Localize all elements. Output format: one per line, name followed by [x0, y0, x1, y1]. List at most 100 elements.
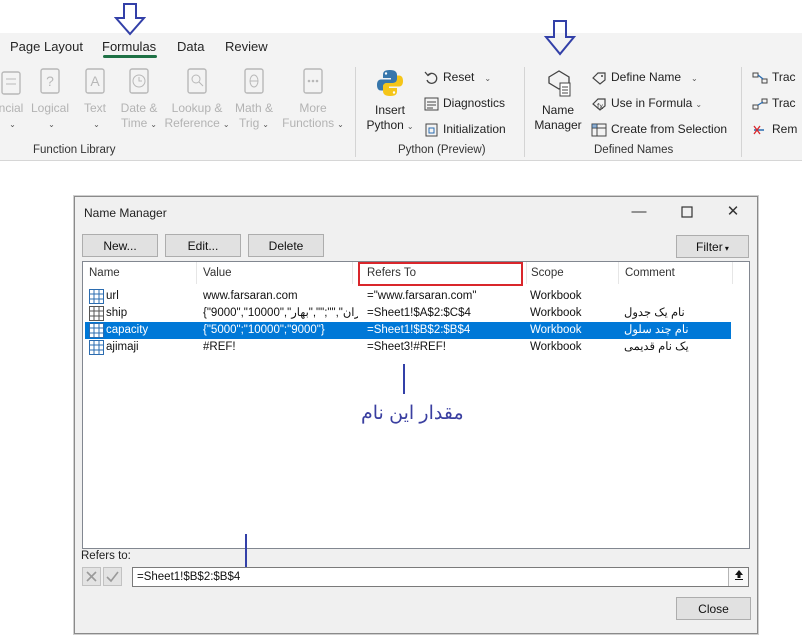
tab-formulas[interactable]: Formulas — [102, 39, 156, 54]
math-icon — [244, 68, 264, 94]
use-in-formula-label: Use in Formula — [611, 96, 693, 110]
date-time-label-1: Date & — [120, 101, 158, 115]
math-label-1: Math & — [234, 101, 273, 115]
insert-python-button[interactable]: Insert Python ⌄ — [362, 67, 418, 134]
row-refers-to: ="www.farsaran.com" — [367, 290, 477, 302]
clock-icon — [129, 68, 149, 94]
more-functions-icon — [303, 68, 323, 94]
name-table-icon — [89, 289, 104, 304]
financial-button[interactable]: ncial ⌄ — [0, 67, 26, 132]
remove-arrows-button[interactable]: Rem — [752, 119, 797, 139]
row-name: capacity — [106, 324, 149, 336]
annotation-arrow-formulas-icon — [114, 3, 146, 36]
lookup-icon — [187, 68, 207, 94]
active-tab-indicator — [103, 55, 157, 58]
date-time-label-2: Time — [121, 116, 148, 130]
initialization-button[interactable]: Initialization — [424, 119, 506, 139]
reset-label: Reset — [443, 70, 475, 84]
annotation-text: مقدار این نام — [361, 403, 464, 424]
table-row[interactable]: url www.farsaran.com ="www.farsaran.com"… — [85, 288, 731, 305]
edit-button[interactable]: Edit... — [165, 234, 241, 257]
tab-data[interactable]: Data — [177, 39, 204, 54]
logical-button[interactable]: ? Logical ⌄ — [30, 67, 70, 132]
name-table-icon — [89, 340, 104, 355]
trace-dependents-label: Trac — [772, 96, 796, 110]
close-window-icon[interactable]: ✕ — [721, 201, 745, 223]
group-separator — [355, 67, 356, 157]
table-row[interactable]: ajimaji #REF! =Sheet3!#REF! Workbook یک … — [85, 339, 731, 356]
group-separator — [524, 67, 525, 157]
trace-precedents-icon — [752, 72, 768, 84]
close-button[interactable]: Close — [676, 597, 751, 620]
math-trig-button[interactable]: Math & Trig ⌄ — [232, 67, 276, 132]
column-header-comment[interactable]: Comment — [619, 262, 733, 284]
name-manager-button[interactable]: Name Manager — [530, 67, 586, 133]
create-from-selection-button[interactable]: Create from Selection — [591, 119, 727, 139]
trace-precedents-label: Trac — [772, 70, 796, 84]
row-comment: یک نام قدیمی — [624, 341, 689, 353]
row-value: {"9000","10000","تران","";"","بهار... — [203, 307, 358, 319]
refers-to-input[interactable]: =Sheet1!$B$2:$B$4 — [132, 567, 749, 587]
reset-button[interactable]: Reset ⌄ — [424, 67, 491, 87]
tag-icon — [592, 72, 606, 85]
define-name-label: Define Name — [611, 70, 682, 84]
annotation-arrow-name-manager-icon — [543, 20, 577, 56]
trace-precedents-button[interactable]: Trac — [752, 67, 796, 87]
column-header-value[interactable]: Value — [197, 262, 353, 284]
reset-icon — [424, 71, 438, 84]
column-header-name[interactable]: Name — [83, 262, 197, 284]
row-name: url — [106, 290, 119, 302]
trace-dependents-button[interactable]: Trac — [752, 93, 796, 113]
row-scope: Workbook — [530, 290, 582, 302]
row-scope: Workbook — [530, 324, 582, 336]
use-in-formula-button[interactable]: fx Use in Formula ⌄ — [591, 93, 702, 113]
column-header-scope[interactable]: Scope — [525, 262, 619, 284]
table-row-selected[interactable]: capacity {"5000";"10000";"9000"} =Sheet1… — [85, 322, 731, 339]
lookup-label-2: Reference — [164, 116, 220, 130]
new-button[interactable]: New... — [82, 234, 158, 257]
lookup-reference-button[interactable]: Lookup & Reference ⌄ — [164, 67, 230, 132]
row-value: #REF! — [203, 341, 236, 353]
table-row[interactable]: ship {"9000","10000","تران","";"","بهار.… — [85, 305, 731, 322]
initialization-label: Initialization — [443, 122, 506, 136]
financial-label: ncial — [0, 101, 24, 115]
row-refers-to: =Sheet1!$A$2:$C$4 — [367, 307, 471, 319]
diagnostics-button[interactable]: Diagnostics — [424, 93, 505, 113]
refers-to-highlight-box — [358, 262, 523, 286]
svg-text:A: A — [90, 73, 100, 89]
minimize-icon[interactable]: — — [627, 201, 651, 223]
row-name: ajimaji — [106, 341, 139, 353]
row-scope: Workbook — [530, 341, 582, 353]
delete-button[interactable]: Delete — [248, 234, 324, 257]
group-separator — [741, 67, 742, 157]
row-refers-to: =Sheet1!$B$2:$B$4 — [367, 324, 471, 336]
commit-edit-icon[interactable] — [103, 567, 122, 586]
more-functions-label-2: Functions — [282, 116, 335, 130]
python-group-label: Python (Preview) — [398, 144, 486, 156]
refers-to-label: Refers to: — [81, 550, 131, 562]
cancel-edit-icon[interactable] — [82, 567, 101, 586]
names-list[interactable]: Name Value Refers To Scope Comment url w… — [82, 261, 750, 549]
filter-label: Filter — [696, 240, 723, 254]
collapse-dialog-icon[interactable] — [728, 568, 748, 586]
refers-to-value: =Sheet1!$B$2:$B$4 — [137, 571, 241, 583]
maximize-icon[interactable] — [675, 201, 699, 223]
date-time-button[interactable]: Date & Time ⌄ — [116, 67, 162, 132]
create-from-selection-label: Create from Selection — [611, 122, 728, 136]
define-name-button[interactable]: Define Name ⌄ — [591, 67, 698, 87]
insert-python-label-1: Insert — [374, 103, 405, 117]
use-in-formula-icon: fx — [592, 98, 606, 111]
tab-page-layout[interactable]: Page Layout — [10, 39, 83, 54]
text-icon: A — [85, 68, 105, 94]
row-name: ship — [106, 307, 128, 319]
tab-review[interactable]: Review — [225, 39, 268, 54]
text-functions-button[interactable]: A Text ⌄ — [80, 67, 110, 132]
name-table-icon — [89, 306, 104, 321]
row-scope: Workbook — [530, 307, 582, 319]
name-manager-dialog: Name Manager — ✕ New... Edit... Delete F… — [74, 196, 758, 634]
row-comment: نام چند سلول — [624, 324, 689, 336]
row-value: {"5000";"10000";"9000"} — [203, 324, 325, 336]
filter-button[interactable]: Filter ▾ — [676, 235, 749, 258]
more-functions-button[interactable]: More Functions ⌄ — [280, 67, 346, 132]
name-table-icon — [89, 323, 104, 338]
